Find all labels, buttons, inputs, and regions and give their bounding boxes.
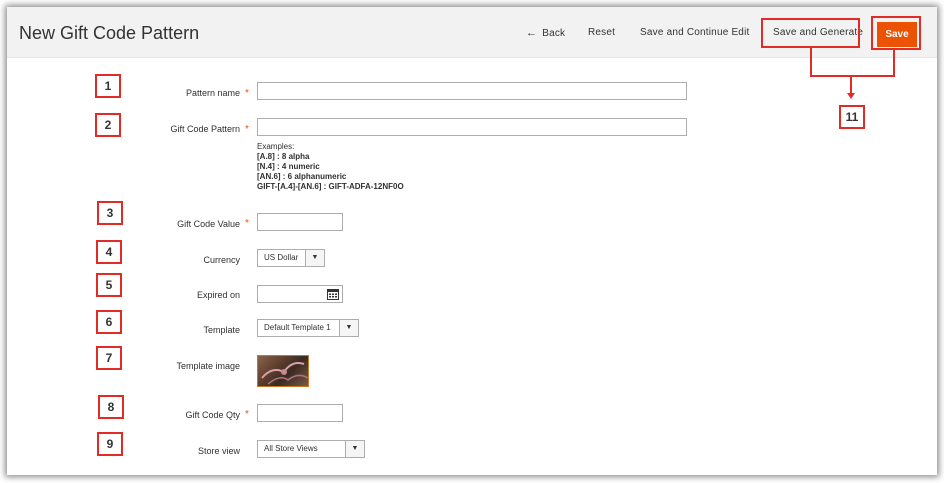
save-button[interactable]: Save (877, 22, 917, 47)
currency-select[interactable]: US Dollar ▼ (257, 249, 325, 267)
template-label: Template (203, 325, 240, 335)
store-view-value: All Store Views (264, 444, 318, 453)
gift-code-pattern-label: Gift Code Pattern (170, 124, 240, 134)
gift-code-pattern-input[interactable] (257, 118, 687, 136)
required-marker: * (245, 409, 249, 420)
required-marker: * (245, 88, 249, 99)
page-header: New Gift Code Pattern ← Back Reset Save a… (7, 7, 937, 58)
example-line: [AN.6] : 6 alphanumeric (257, 172, 347, 181)
page-title: New Gift Code Pattern (19, 23, 200, 43)
store-view-label: Store view (197, 446, 240, 456)
page-frame: New Gift Code Pattern ← Back Reset Save a… (7, 7, 937, 475)
required-marker: * (245, 218, 249, 229)
save-continue-button[interactable]: Save and Continue Edit (640, 27, 749, 38)
required-marker: * (245, 124, 249, 135)
gift-code-value-input[interactable] (257, 213, 343, 231)
gift-image (261, 362, 308, 385)
callout-line (810, 48, 812, 77)
gift-code-qty-input[interactable] (257, 404, 343, 422)
callout-arrowhead (847, 93, 855, 99)
callout-11: 11 (839, 105, 865, 129)
back-label: Back (542, 28, 566, 39)
example-line: [N.4] : 4 numeric (257, 162, 320, 171)
chevron-down-icon: ▼ (305, 250, 324, 266)
arrow-left-icon: ← (526, 27, 538, 39)
callout-line (893, 50, 895, 77)
chevron-down-icon: ▼ (345, 441, 364, 457)
callout-line (810, 75, 895, 77)
example-line: GIFT-[A.4]-[AN.6] : GIFT-ADFA-12NF0O (257, 182, 404, 191)
annotation-box-generate (761, 18, 860, 48)
expired-on-input[interactable] (257, 285, 343, 303)
template-value: Default Template 1 (264, 323, 331, 332)
currency-value: US Dollar (264, 253, 299, 262)
pattern-name-input[interactable] (257, 82, 687, 100)
reset-button[interactable]: Reset (588, 27, 615, 38)
calendar-icon[interactable] (327, 288, 339, 300)
store-view-select[interactable]: All Store Views ▼ (257, 440, 365, 458)
gift-code-qty-label: Gift Code Qty (185, 410, 240, 420)
back-button[interactable]: ← Back (526, 27, 565, 39)
examples-heading: Examples: (257, 142, 295, 151)
template-image-label: Template image (176, 361, 240, 371)
currency-label: Currency (203, 255, 240, 265)
template-thumbnail[interactable] (257, 355, 309, 387)
example-line: [A.8] : 8 alpha (257, 152, 310, 161)
expired-on-label: Expired on (196, 290, 240, 300)
pattern-examples: Examples: [A.8] : 8 alpha [N.4] : 4 nume… (257, 142, 404, 192)
chevron-down-icon: ▼ (339, 320, 358, 336)
template-select[interactable]: Default Template 1 ▼ (257, 319, 359, 337)
pattern-name-label: Pattern name (185, 88, 240, 98)
gift-code-value-label: Gift Code Value (177, 219, 240, 229)
